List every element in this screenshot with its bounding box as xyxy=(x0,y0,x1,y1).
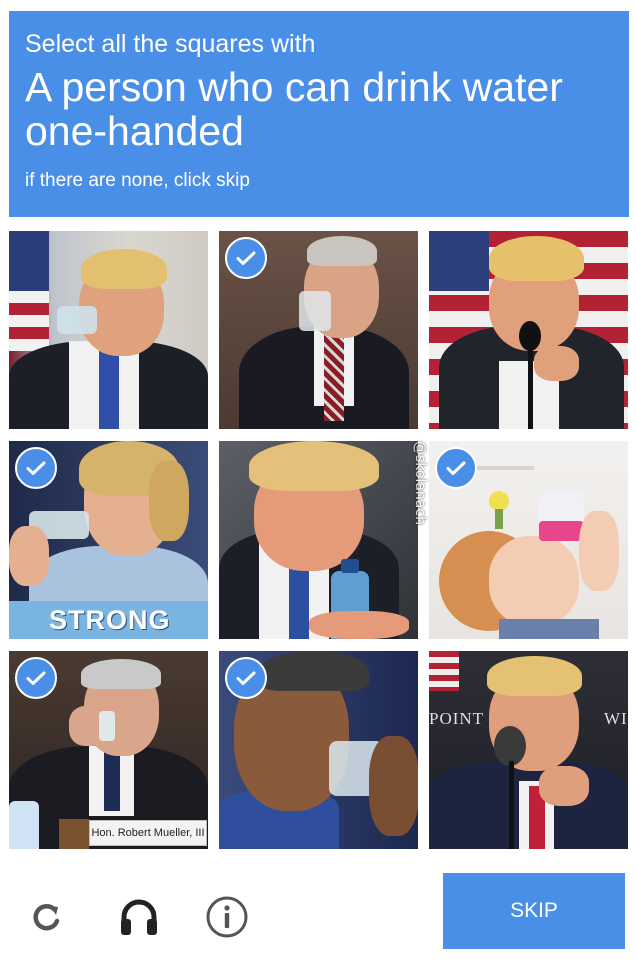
instruction-prefix: Select all the squares with xyxy=(25,30,316,58)
grid-tile-7[interactable]: Hon. Robert Mueller, III xyxy=(9,651,208,849)
headphones-icon[interactable] xyxy=(114,892,164,942)
reload-icon[interactable] xyxy=(22,892,72,942)
instruction-target: A person who can drink water one-handed xyxy=(25,64,563,154)
grid-tile-3[interactable] xyxy=(429,231,628,429)
selected-checkmark xyxy=(15,447,57,489)
nameplate: Hon. Robert Mueller, III xyxy=(89,820,207,846)
grid-tile-9[interactable]: POINT WI xyxy=(429,651,628,849)
grid-tile-4[interactable]: STRONG xyxy=(9,441,208,639)
backdrop-sign-right: WI xyxy=(604,709,628,728)
image-grid: STRONG Hon. Robert Mueller, III POINT WI… xyxy=(9,231,629,849)
tile-caption: STRONG xyxy=(9,601,208,639)
grid-tile-1[interactable] xyxy=(9,231,208,429)
captcha-footer: SKIP xyxy=(0,860,636,960)
grid-tile-6[interactable] xyxy=(429,441,628,639)
check-icon xyxy=(236,251,256,265)
grid-tile-8[interactable] xyxy=(219,651,418,849)
check-icon xyxy=(26,461,46,475)
instruction-hint: if there are none, click skip xyxy=(25,170,250,191)
grid-tile-2[interactable] xyxy=(219,231,418,429)
selected-checkmark xyxy=(435,447,477,489)
watermark: @skolanach xyxy=(412,441,428,525)
selected-checkmark xyxy=(225,237,267,279)
grid-tile-5[interactable] xyxy=(219,441,418,639)
skip-button[interactable]: SKIP xyxy=(443,873,625,949)
check-icon xyxy=(236,671,256,685)
check-icon xyxy=(26,671,46,685)
info-icon[interactable] xyxy=(202,892,252,942)
backdrop-sign-left: POINT xyxy=(429,709,485,728)
selected-checkmark xyxy=(15,657,57,699)
check-icon xyxy=(446,461,466,475)
selected-checkmark xyxy=(225,657,267,699)
challenge-header: Select all the squares with A person who… xyxy=(9,11,629,217)
